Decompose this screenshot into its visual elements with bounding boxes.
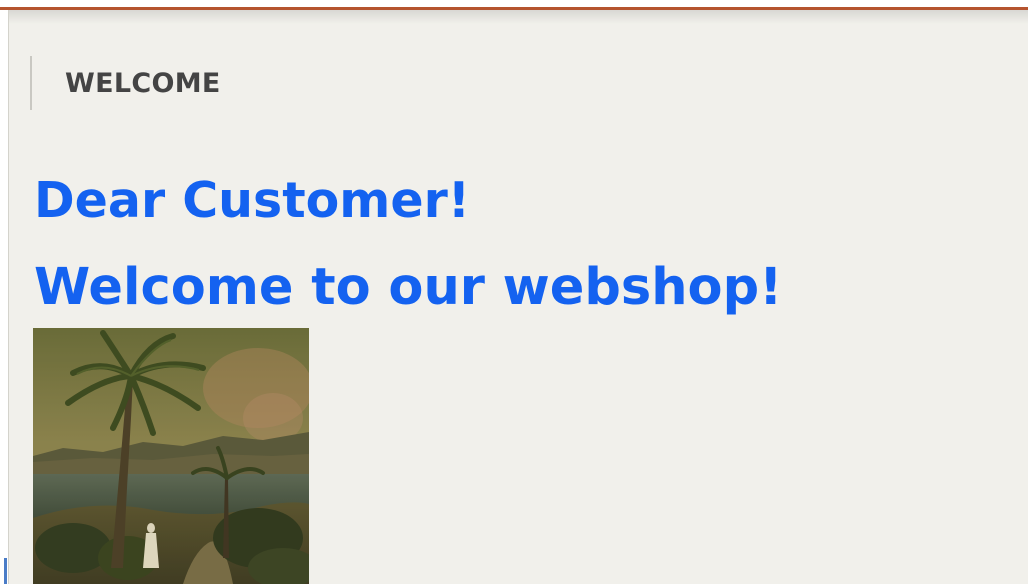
- top-accent-bar: [0, 0, 1028, 10]
- section-title: WELCOME: [65, 67, 221, 99]
- welcome-heading: Welcome to our webshop!: [34, 258, 783, 317]
- top-shadow: [0, 10, 1028, 24]
- section-header: WELCOME: [30, 56, 221, 110]
- palm-tree-image: [33, 328, 309, 584]
- scroll-edge-marker: [4, 558, 7, 584]
- greeting-heading: Dear Customer!: [34, 172, 471, 229]
- welcome-page: WELCOME Dear Customer! Welcome to our we…: [0, 0, 1028, 584]
- left-frame-edge: [0, 10, 9, 584]
